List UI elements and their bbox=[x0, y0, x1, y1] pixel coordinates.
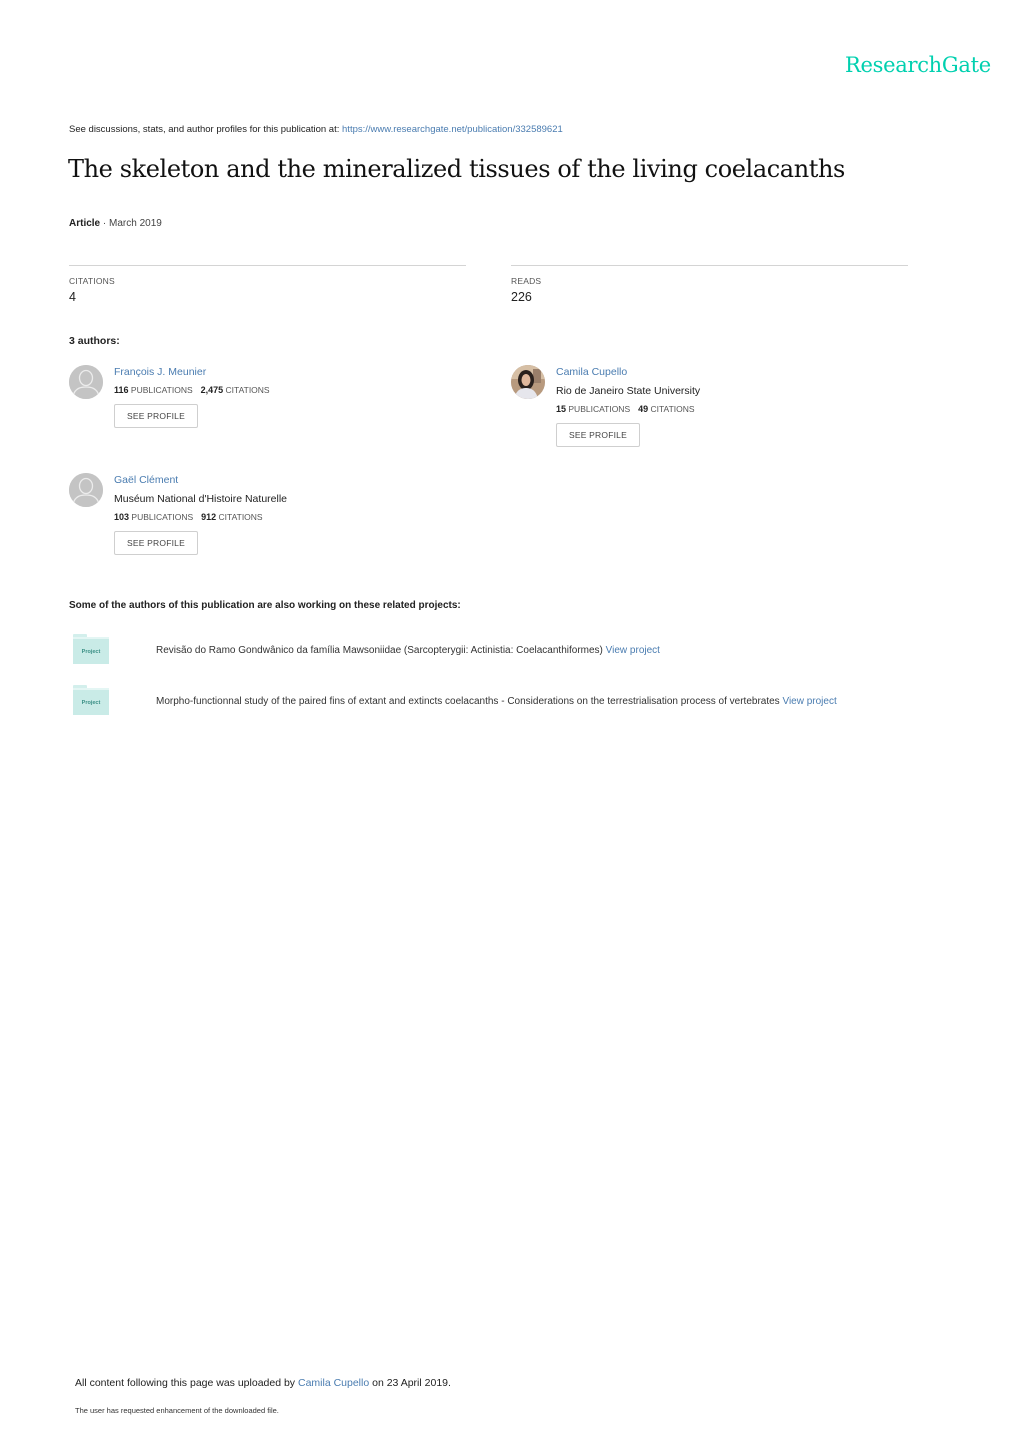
see-profile-button[interactable]: SEE PROFILE bbox=[556, 423, 640, 447]
author-name-link[interactable]: Camila Cupello bbox=[556, 365, 700, 379]
citations-label: CITATIONS bbox=[218, 512, 263, 522]
publications-label: PUBLICATIONS bbox=[568, 404, 631, 414]
citations-count: 912 bbox=[201, 512, 217, 522]
citations-label: CITATIONS bbox=[225, 385, 270, 395]
author-counts: 103 PUBLICATIONS 912 CITATIONS bbox=[114, 511, 287, 523]
publications-count: 15 bbox=[556, 404, 567, 414]
project-text: Morpho-functionnal study of the paired f… bbox=[156, 696, 837, 707]
uploader-link[interactable]: Camila Cupello bbox=[298, 1377, 369, 1389]
upload-prefix: All content following this page was uplo… bbox=[75, 1377, 298, 1389]
author-institution: Muséum National d'Histoire Naturelle bbox=[114, 493, 287, 505]
see-profile-button[interactable]: SEE PROFILE bbox=[114, 531, 198, 555]
author-counts: 116 PUBLICATIONS 2,475 CITATIONS bbox=[114, 384, 270, 396]
author-institution: Rio de Janeiro State University bbox=[556, 385, 701, 397]
project-icon-label: Project bbox=[81, 699, 101, 706]
authors-heading: 3 authors: bbox=[69, 335, 120, 347]
publications-count: 103 bbox=[114, 512, 130, 522]
view-project-link[interactable]: View project bbox=[782, 696, 836, 707]
citations-count: 2,475 bbox=[200, 385, 224, 395]
upload-suffix: on 23 April 2019. bbox=[369, 1377, 451, 1389]
reads-value: 226 bbox=[511, 290, 532, 304]
see-profile-button[interactable]: SEE PROFILE bbox=[114, 404, 198, 428]
profile-photo[interactable] bbox=[511, 365, 545, 399]
author-name-link[interactable]: François J. Meunier bbox=[114, 365, 270, 379]
discussions-prefix: See discussions, stats, and author profi… bbox=[69, 124, 343, 135]
publication-type: Article bbox=[69, 218, 101, 229]
project-text: Revisão do Ramo Gondwânico da família Ma… bbox=[156, 645, 660, 656]
publication-title: The skeleton and the mineralized tissues… bbox=[68, 155, 845, 183]
upload-notice: All content following this page was uplo… bbox=[75, 1377, 451, 1389]
publications-label: PUBLICATIONS bbox=[130, 385, 193, 395]
researchgate-logo[interactable]: ResearchGate bbox=[845, 53, 991, 77]
project-folder-icon: Project bbox=[73, 634, 109, 664]
meta-separator: · bbox=[100, 218, 110, 229]
publication-url-link[interactable]: https://www.researchgate.net/publication… bbox=[342, 124, 563, 135]
citations-label: CITATIONS bbox=[650, 404, 695, 414]
publications-count: 116 bbox=[114, 385, 129, 395]
project-title: Revisão do Ramo Gondwânico da família Ma… bbox=[156, 645, 606, 656]
author-name-link[interactable]: Gaël Clément bbox=[114, 473, 287, 487]
project-title: Morpho-functionnal study of the paired f… bbox=[156, 696, 783, 707]
reads-label: READS bbox=[511, 276, 542, 286]
citations-label: CITATIONS bbox=[69, 276, 115, 286]
project-icon-label: Project bbox=[81, 648, 101, 655]
project-folder-icon: Project bbox=[73, 685, 109, 715]
publication-date: March 2019 bbox=[109, 218, 162, 229]
author-counts: 15 PUBLICATIONS 49 CITATIONS bbox=[556, 403, 700, 415]
view-project-link[interactable]: View project bbox=[606, 645, 660, 656]
citations-stat: CITATIONS 4 bbox=[69, 265, 466, 304]
default-user-icon[interactable] bbox=[69, 365, 103, 399]
enhancement-note: The user has requested enhancement of th… bbox=[75, 1406, 279, 1415]
publication-meta: Article · March 2019 bbox=[69, 218, 162, 229]
publications-label: PUBLICATIONS bbox=[131, 512, 194, 522]
default-user-icon[interactable] bbox=[69, 473, 103, 507]
reads-stat: READS 226 bbox=[511, 265, 908, 304]
discussions-notice: See discussions, stats, and author profi… bbox=[69, 124, 563, 135]
related-projects-heading: Some of the authors of this publication … bbox=[69, 600, 461, 611]
citations-value: 4 bbox=[69, 290, 76, 304]
citations-count: 49 bbox=[638, 404, 649, 414]
